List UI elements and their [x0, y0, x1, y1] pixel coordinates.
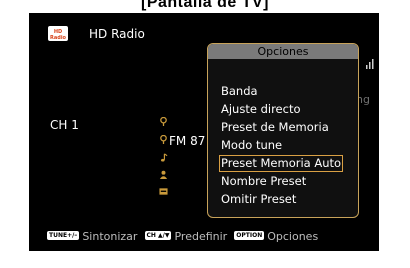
options-menu-title: Opciones — [208, 44, 358, 59]
preset-hint: Predefinir — [174, 230, 228, 243]
tag-icon — [159, 188, 168, 195]
menu-item-auto-preset-memory[interactable]: Preset Memoria Auto — [219, 155, 344, 172]
tune-key-badge: TUNE+/– — [47, 231, 80, 240]
screen-caption: [Pantalla de TV] — [0, 0, 410, 12]
caption-text: [Pantalla de TV] — [140, 0, 270, 11]
menu-item-preset-skip[interactable]: Omitir Preset — [221, 191, 296, 207]
menu-item-tune-mode[interactable]: Modo tune — [221, 137, 282, 153]
tune-hint: Sintonizar — [82, 230, 138, 243]
menu-item-direct-tune[interactable]: Ajuste directo — [221, 101, 301, 117]
option-key-badge: OPTION — [234, 231, 265, 240]
menu-item-band[interactable]: Banda — [221, 83, 258, 99]
frequency-text: FM 87 — [169, 134, 206, 148]
tv-screen: HD Radio HD Radio CH 1 FM 87 ng TUNE+/– S… — [29, 13, 379, 251]
menu-item-preset-memory[interactable]: Preset de Memoria — [221, 119, 329, 135]
channel-key-badge: CH ▲/▼ — [144, 231, 172, 240]
location-pin-icon — [160, 117, 167, 126]
location-pin-icon — [160, 135, 167, 144]
music-note-icon — [160, 153, 168, 162]
hd-radio-logo: HD Radio — [48, 26, 68, 41]
options-hint: Opciones — [267, 230, 319, 243]
channel-label: CH 1 — [50, 118, 79, 132]
menu-item-preset-name[interactable]: Nombre Preset — [221, 173, 306, 189]
signal-icon — [366, 59, 374, 69]
person-icon — [159, 170, 168, 179]
options-menu: Opciones Banda Ajuste directo Preset de … — [207, 43, 359, 218]
hd-radio-logo-text: HD Radio — [50, 29, 66, 41]
bottom-hint-bar: TUNE+/– Sintonizar CH ▲/▼ Predefinir OPTIO… — [47, 226, 377, 243]
source-title: HD Radio — [89, 27, 145, 41]
